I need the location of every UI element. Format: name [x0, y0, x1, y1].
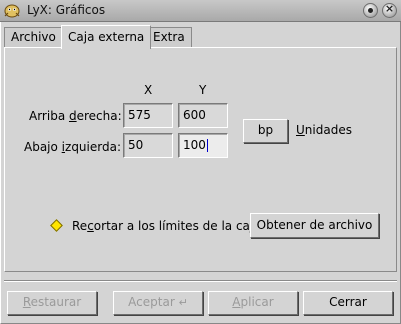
upper-right-y-input[interactable]: 600: [178, 103, 228, 128]
get-from-file-button[interactable]: Obtener de archivo: [250, 213, 379, 238]
lower-left-y-input[interactable]: 100: [178, 133, 228, 158]
upper-right-label-post: erecha:: [76, 109, 122, 123]
minimize-icon: [368, 8, 373, 13]
clip-label[interactable]: Recortar a los límites de la caja: [72, 219, 261, 233]
close-window-button[interactable]: ×: [382, 2, 397, 18]
clip-label-mnemonic: c: [87, 219, 94, 233]
restore-mnemonic: R: [22, 295, 31, 309]
lower-left-y-value: 100: [183, 138, 206, 152]
upper-right-x-input[interactable]: 575: [123, 103, 173, 128]
clip-label-post: ortar a los límites de la caja: [93, 219, 261, 233]
lower-left-label-pre: Abajo: [24, 140, 62, 154]
tab-extra[interactable]: Extra: [146, 27, 192, 48]
text-caret: [206, 139, 208, 152]
tab-panel: [4, 47, 397, 272]
lower-left-label-post: zquierda:: [65, 140, 121, 154]
close-icon: ×: [384, 2, 395, 15]
apply-button[interactable]: Aplicar: [208, 291, 298, 315]
restore-label: estaurar: [30, 295, 82, 309]
apply-mnemonic: A: [232, 295, 241, 309]
units-label-post: nidades: [304, 123, 352, 137]
column-header-x: X: [144, 83, 153, 97]
units-label: Unidades: [296, 123, 352, 137]
accept-button[interactable]: Aceptar ↵: [113, 291, 203, 315]
upper-right-label-pre: Arriba: [29, 109, 69, 123]
minimize-button[interactable]: [363, 3, 378, 18]
lyx-app-icon: [4, 4, 20, 18]
tab-caja-externa[interactable]: Caja externa: [61, 25, 152, 49]
clip-label-pre: Re: [72, 219, 88, 233]
tab-archivo[interactable]: Archivo: [4, 27, 63, 48]
upper-right-label: Arriba derecha:: [29, 109, 122, 123]
enter-key-icon: ↵: [178, 296, 188, 309]
units-button[interactable]: bp: [243, 119, 288, 143]
units-label-mnemonic: U: [296, 123, 305, 137]
column-header-y: Y: [199, 83, 207, 97]
lower-left-x-input[interactable]: 50: [123, 133, 173, 158]
lower-left-label: Abajo izquierda:: [24, 140, 121, 154]
restore-button[interactable]: Restaurar: [7, 291, 97, 315]
window-title: LyX: Gráficos: [27, 3, 106, 17]
window-titlebar[interactable]: LyX: Gráficos ×: [0, 0, 401, 22]
accept-label: Aceptar: [128, 295, 175, 309]
footer-separator: [4, 280, 397, 282]
close-button[interactable]: Cerrar: [303, 291, 393, 315]
upper-right-label-mnemonic: d: [68, 109, 77, 123]
apply-label: plicar: [240, 295, 274, 309]
